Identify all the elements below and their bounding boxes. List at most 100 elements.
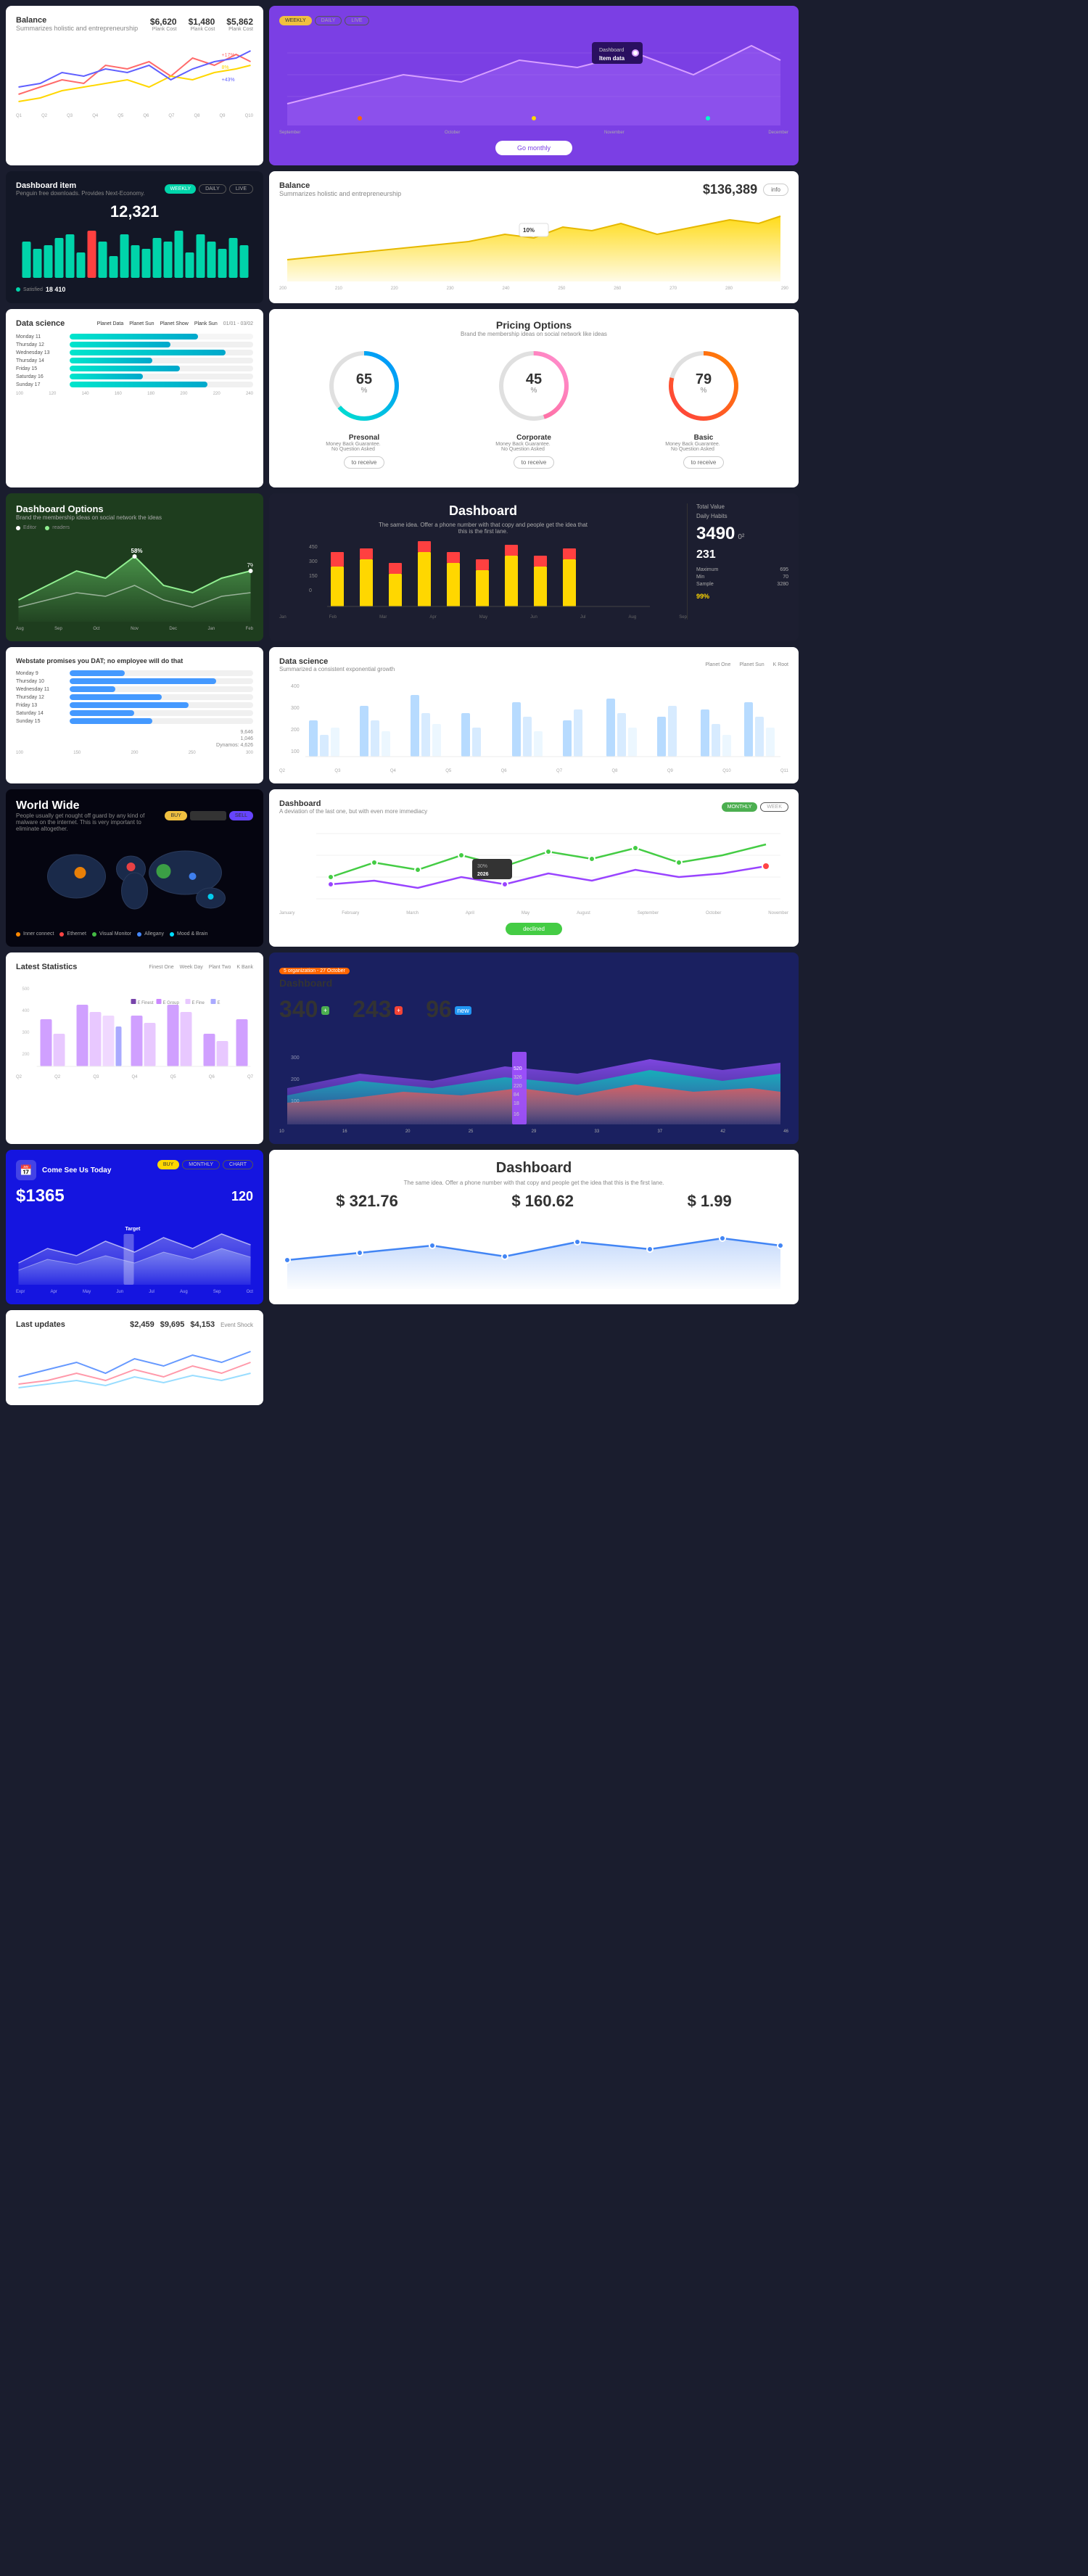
stat-9646: 9,646: [240, 730, 253, 735]
circle-1-svg: 65 %: [324, 346, 404, 426]
world-input[interactable]: [190, 811, 226, 820]
satisfied-label: Satisfied: [23, 287, 43, 292]
bar-bg-6: [70, 374, 253, 379]
legend-editor-label: Editor: [23, 525, 36, 530]
purple-x-axis: September October November December: [279, 131, 788, 135]
pricing-3-btn[interactable]: to receive: [683, 456, 725, 469]
big-stat-super: 0²: [738, 533, 744, 541]
latest-stats-title: Latest Statistics: [16, 963, 77, 971]
legend-row-2: Min 70: [696, 575, 788, 580]
wb-2: [70, 678, 253, 684]
stat-1-label: Plank Cost: [150, 27, 177, 32]
dashboard-4-subtitle: The same idea. Offer a phone number with…: [389, 1180, 679, 1186]
dashboard-3-chart: 300 200 100 520 326 220 84 18 16: [279, 1030, 788, 1124]
balance-info-btn[interactable]: info: [763, 184, 788, 196]
data-science-2-subtitle: Summarized a consistent exponential grow…: [279, 666, 395, 672]
row-4: Dashboard Options Brand the membership i…: [6, 493, 1082, 641]
placeholder-right: [269, 1310, 799, 1405]
stat-340-value: 340: [279, 996, 318, 1022]
svg-text:%: %: [531, 387, 537, 395]
tab-monthly[interactable]: MONTHLY: [182, 1160, 220, 1169]
pricing-item-2: 45 % Corporate Money Back Guarantee. No …: [494, 346, 574, 469]
bar-2: [70, 342, 170, 347]
legend-row-3: Sample 3280: [696, 582, 788, 587]
dashboard-2-header: Dashboard A deviation of the last one, b…: [279, 799, 788, 815]
webstate-axis: 100 150 200 250 300: [16, 751, 253, 755]
purple-cta-button[interactable]: Go monthly: [495, 141, 572, 155]
pricing-3-name: Basic: [664, 434, 743, 442]
purple-wave-card: WEEKLY DAILY LIVE Dashboard Item data: [269, 6, 799, 165]
svg-text:8%: 8%: [222, 65, 229, 70]
l4-dot: [137, 932, 141, 937]
wb-4: [70, 694, 253, 700]
bar-4: [70, 358, 152, 363]
wb-bar-5: [70, 702, 189, 708]
dashboard-options-subtitle: Brand the membership ideas on social net…: [16, 514, 162, 521]
come-see-header: 📅 Come See Us Today BUY MONTHLY CHART: [16, 1160, 253, 1180]
webstate-row-6: Saturday 14: [16, 710, 253, 716]
svg-text:79: 79: [696, 371, 712, 387]
l1-label: Inner connect: [23, 931, 54, 937]
wb-5: [70, 702, 253, 708]
declined-btn[interactable]: declined: [506, 923, 562, 935]
svg-text:E Finest: E Finest: [138, 1001, 154, 1005]
day-row-4: Thursday 14: [16, 358, 253, 363]
big-stat-row: 3490 0²: [696, 524, 788, 544]
svg-text:E Fine: E Fine: [192, 1001, 205, 1005]
dashboard-bottom-stats: Satisfied 18 410: [16, 286, 253, 293]
tab-live-2[interactable]: LIVE: [229, 184, 253, 194]
calendar-icon: 📅: [20, 1164, 32, 1177]
stat-340: 340 +: [279, 996, 329, 1023]
ds2-axis: Q2 Q3 Q4 Q5 Q6 Q7 Q8 Q9 Q10 Q11: [279, 769, 788, 773]
percent-label: 99%: [696, 593, 788, 600]
stat-243: 243 +: [353, 996, 403, 1023]
daily-habits-label: Daily Habits: [696, 513, 788, 519]
bar-1: [70, 334, 198, 340]
tab-weekly[interactable]: WEEKLY: [279, 16, 312, 25]
balance-x-axis: Q1 Q2 Q3 Q4 Q5 Q6 Q7 Q8 Q9 Q10: [16, 114, 253, 118]
tab-week[interactable]: WEEK: [760, 802, 788, 812]
legend-editor: Editor: [16, 525, 36, 530]
purple-button-row: Go monthly: [279, 141, 788, 155]
webstate-stats: 9,646 1,046 Dynamos: 4,626: [16, 730, 253, 748]
tab-weekly-2[interactable]: WEEKLY: [165, 184, 196, 194]
world-wide-title-group: World Wide People usually get nought off…: [16, 799, 161, 832]
svg-text:520: 520: [514, 1066, 522, 1071]
l3-label: Visual Monitor: [99, 931, 131, 937]
svg-text:+43%: +43%: [222, 78, 235, 83]
pricing-1-name: Presonal: [324, 434, 404, 442]
tab-daily-2[interactable]: DAILY: [199, 184, 226, 194]
svg-text:E Group: E Group: [163, 1001, 180, 1005]
d4-stat-2: $ 160.62: [511, 1192, 574, 1211]
data-science-cols: Planet Data Planet Sun Planet Show Plank…: [97, 321, 253, 326]
tab-monthly[interactable]: MONTHLY: [722, 802, 758, 812]
dashboard-options-title-group: Dashboard Options Brand the membership i…: [16, 503, 162, 521]
ds2-col2: Planet Sun: [739, 662, 764, 667]
world-wide-header: World Wide People usually get nought off…: [16, 799, 253, 832]
ls-col1: Finest One: [149, 965, 173, 970]
tab-daily[interactable]: DAILY: [315, 16, 342, 25]
wb-bar-4: [70, 694, 162, 700]
webstate-title: Webstate promises you DAT; no employee w…: [16, 657, 253, 664]
pricing-1-btn[interactable]: to receive: [344, 456, 385, 469]
tab-live[interactable]: LIVE: [345, 16, 368, 25]
tab-buy[interactable]: BUY: [157, 1160, 179, 1169]
stat-3-value: $5,862: [226, 17, 253, 27]
svg-text:Target: Target: [125, 1227, 141, 1232]
dashboard-2-tabs: MONTHLY WEEK: [722, 802, 788, 812]
pricing-item-3: 79 % Basic Money Back Guarantee. No Ques…: [664, 346, 743, 469]
pricing-2-btn[interactable]: to receive: [514, 456, 555, 469]
dashboard-4-title: Dashboard: [279, 1160, 788, 1177]
world-buy-btn[interactable]: BUY: [165, 811, 186, 820]
dashboard-item-title: Dashboard item: [16, 181, 145, 190]
balance-stats: $6,620 Plank Cost $1,480 Plank Cost $5,8…: [150, 17, 253, 32]
row-1: Balance Summarizes holistic and entrepre…: [6, 6, 1082, 165]
come-see-icon-title: 📅 Come See Us Today: [16, 1160, 111, 1180]
legend-1: Inner connect: [16, 931, 54, 937]
world-select-btn[interactable]: SELL: [229, 811, 253, 820]
tab-chart[interactable]: CHART: [223, 1160, 253, 1169]
dashboard-3-title: Dashboard: [279, 977, 350, 989]
l4-label: Allegany: [144, 931, 164, 937]
come-see-value1: 1365: [25, 1186, 64, 1206]
come-see-chart: Target: [16, 1212, 253, 1285]
